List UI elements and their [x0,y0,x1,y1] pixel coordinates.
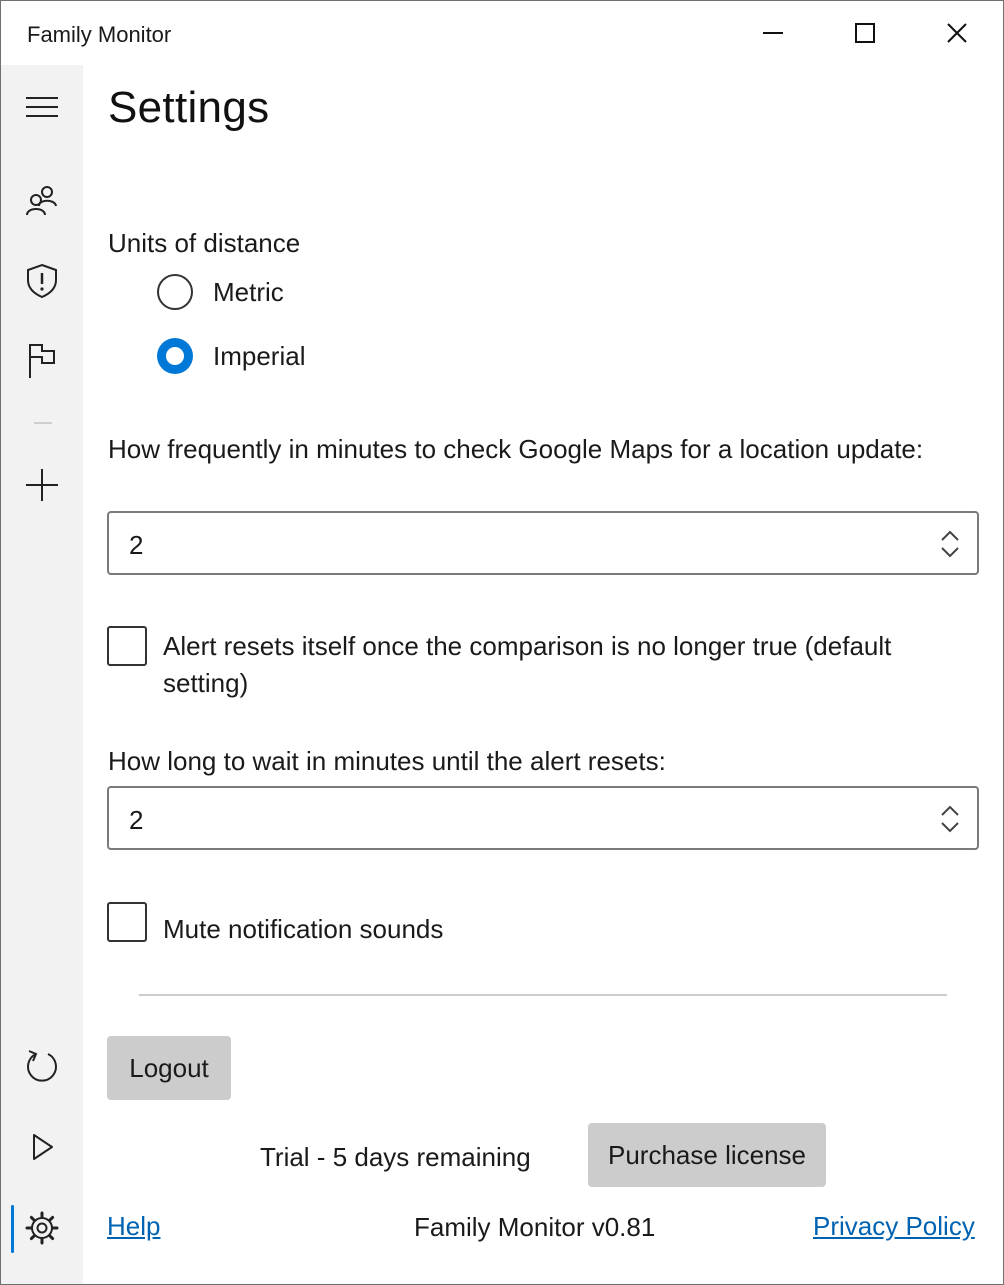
close-button[interactable] [911,1,1003,65]
people-icon [26,186,57,216]
radio-button-selected[interactable] [157,338,193,374]
radio-metric[interactable]: Metric [157,271,284,313]
mute-label: Mute notification sounds [163,914,444,944]
nav-item-run[interactable] [1,1115,83,1179]
settings-icon [25,1211,59,1245]
nav-item-settings[interactable] [1,1196,83,1260]
nav-separator [34,422,52,424]
radio-button-unselected[interactable] [157,274,193,310]
app-window: Family Monitor Settings Units of distanc… [0,0,1004,1285]
frequency-value: 2 [129,530,144,560]
minimize-button[interactable] [727,1,819,65]
divider [139,994,947,996]
shield-alert-icon [27,263,57,299]
logout-button[interactable]: Logout [107,1036,231,1100]
nav-item-add[interactable] [1,453,83,517]
title-bar: Family Monitor [1,1,1003,65]
privacy-policy-link[interactable]: Privacy Policy [813,1211,975,1242]
play-icon [33,1134,53,1160]
hamburger-menu-icon [26,97,58,117]
refresh-icon [27,1050,57,1082]
nav-item-refresh[interactable] [1,1035,83,1099]
wait-number-box[interactable]: 2 [107,786,979,850]
nav-item-alerts[interactable] [1,249,83,313]
nav-item-places[interactable] [1,329,83,393]
spinner-icon[interactable] [939,529,961,559]
page-title: Settings [108,83,270,132]
window-title: Family Monitor [27,22,172,47]
version-text: Family Monitor v0.81 [414,1212,656,1242]
flag-icon [29,344,55,378]
close-icon [947,23,967,43]
frequency-number-box[interactable]: 2 [107,511,979,575]
wait-value: 2 [129,805,144,835]
minimize-icon [763,32,783,34]
alert-reset-label: Alert resets itself once the comparison … [163,631,892,698]
maximize-button[interactable] [819,1,911,65]
nav-rail [1,65,83,1284]
add-icon [26,469,58,501]
maximize-icon [855,23,875,43]
radio-metric-label: Metric [213,276,284,307]
frequency-label: How frequently in minutes to check Googl… [108,434,924,464]
wait-label: How long to wait in minutes until the al… [108,746,666,776]
alert-reset-checkbox[interactable] [107,626,147,666]
purchase-license-button[interactable]: Purchase license [588,1123,826,1187]
nav-item-people[interactable] [1,169,83,233]
trial-status: Trial - 5 days remaining [260,1142,531,1172]
radio-imperial[interactable]: Imperial [157,335,305,377]
hamburger-menu-button[interactable] [1,75,83,139]
spinner-icon[interactable] [939,804,961,834]
mute-checkbox[interactable] [107,902,147,942]
units-label: Units of distance [108,228,301,258]
help-link[interactable]: Help [107,1211,160,1242]
radio-imperial-label: Imperial [213,340,306,371]
